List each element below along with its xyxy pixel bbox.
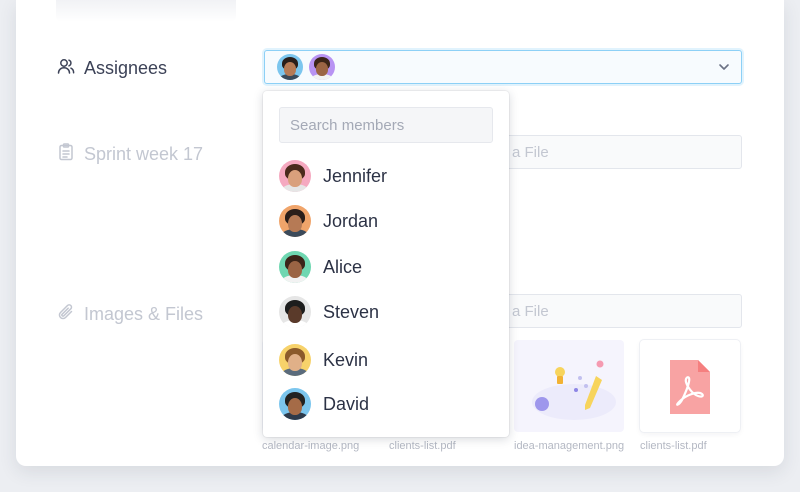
assignees-dropdown: Jennifer Jordan Alice Steven Kevin David [263, 91, 509, 437]
member-option-alice[interactable]: Alice [279, 251, 362, 283]
clipboard-icon [56, 142, 76, 167]
member-name: Kevin [323, 349, 369, 370]
file-caption: clients-list.pdf [389, 440, 456, 452]
card-top-fade [56, 0, 236, 22]
member-name: Steven [323, 301, 380, 322]
avatar [279, 205, 311, 237]
member-name: Jordan [323, 210, 379, 231]
member-option-jordan[interactable]: Jordan [279, 205, 378, 237]
paperclip-icon [56, 302, 76, 327]
assignee-avatar-jordan[interactable] [277, 54, 303, 80]
avatar-face [288, 306, 302, 323]
images-files-label: Images & Files [56, 302, 203, 327]
users-icon [56, 56, 76, 81]
file-caption: calendar-image.png [262, 440, 360, 452]
avatar [279, 160, 311, 192]
avatar-face [288, 261, 302, 278]
avatar-face [288, 354, 302, 371]
avatar-face [288, 398, 302, 415]
images-file-field-text: a File [512, 303, 549, 320]
task-form-card: Assignees Sprint week 17 a File Images &… [16, 0, 784, 466]
member-name: David [323, 393, 370, 414]
file-caption: idea-management.png [514, 440, 625, 452]
idea-illustration-icon [532, 360, 616, 420]
pdf-file-icon [670, 360, 710, 414]
sprint-file-field-text: a File [512, 144, 549, 161]
member-name: Jennifer [323, 165, 388, 186]
avatar-face [284, 62, 296, 76]
avatar-face [316, 62, 328, 76]
member-option-steven[interactable]: Steven [279, 296, 379, 328]
assignees-label-text: Assignees [84, 58, 168, 78]
avatar [279, 296, 311, 328]
file-caption: clients-list.pdf [640, 440, 707, 452]
file-thumb-clients-list-pdf[interactable] [640, 340, 740, 432]
assignees-select[interactable] [264, 50, 742, 84]
avatar [279, 344, 311, 376]
avatar [279, 251, 311, 283]
avatar-face [288, 215, 302, 232]
search-members-input[interactable] [279, 107, 493, 143]
member-option-david[interactable]: David [279, 388, 369, 420]
assignee-avatar-alice[interactable] [309, 54, 335, 80]
assignees-label: Assignees [56, 56, 167, 81]
sprint-label-text: Sprint week 17 [84, 144, 204, 164]
member-name: Alice [323, 256, 363, 277]
avatar-face [288, 170, 302, 187]
member-option-jennifer[interactable]: Jennifer [279, 160, 387, 192]
member-option-kevin[interactable]: Kevin [279, 344, 368, 376]
chevron-down-icon[interactable] [717, 60, 731, 74]
sprint-label: Sprint week 17 [56, 142, 203, 167]
avatar [279, 388, 311, 420]
images-files-label-text: Images & Files [84, 304, 204, 324]
file-thumb-idea-management[interactable] [514, 340, 624, 432]
